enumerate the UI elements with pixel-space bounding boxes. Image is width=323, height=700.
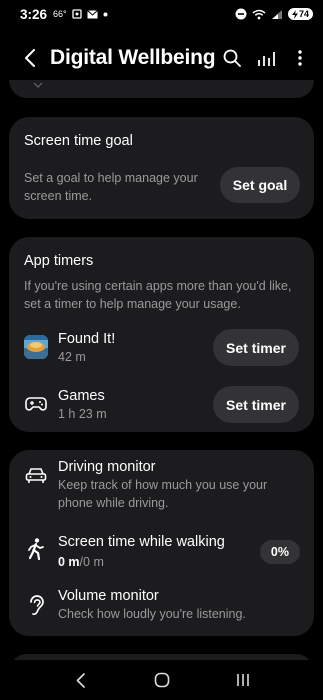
driving-monitor-subtitle: Keep track of how much you use your phon… [58, 478, 268, 510]
screen-time-goal-card: Screen time goal Set a goal to help mana… [9, 117, 314, 219]
set-timer-button[interactable]: Set timer [213, 329, 299, 366]
app-usage-time: 1 h 23 m [58, 406, 107, 421]
stats-button[interactable] [255, 47, 277, 69]
nav-home-icon [154, 672, 169, 688]
status-bar: 3:26 66° 74 [0, 0, 323, 28]
walking-monitor-title: Screen time while walking [58, 534, 225, 550]
app-timers-title: App timers [24, 253, 94, 269]
weather-temp: 66° [53, 9, 67, 19]
app-usage-time: 42 m [58, 349, 86, 364]
chevron-left-icon [25, 49, 35, 67]
app-name: Found It! [58, 330, 116, 347]
volume-monitor-subtitle: Check how loudly you're listening. [58, 607, 246, 621]
volume-monitor-row[interactable]: Volume monitor Check how loudly you're l… [24, 588, 304, 623]
system-nav-bar [0, 660, 323, 700]
dnd-icon [235, 8, 247, 20]
app-timers-subtitle: If you're using certain apps more than y… [24, 279, 292, 311]
monitors-card: Driving monitor Keep track of how much y… [9, 450, 314, 636]
walking-time-total: /0 m [79, 555, 104, 569]
more-vertical-icon [298, 50, 302, 66]
set-goal-button[interactable]: Set goal [220, 167, 300, 203]
ear-icon [24, 588, 48, 623]
screenshot-icon [72, 9, 82, 19]
battery-indicator: 74 [287, 8, 313, 20]
app-timers-card: App timers If you're using certain apps … [9, 237, 314, 432]
chevron-icon [33, 82, 43, 88]
walking-time-value: 0 m [58, 555, 80, 569]
driving-monitor-row[interactable]: Driving monitor Keep track of how much y… [24, 459, 304, 512]
back-button[interactable] [14, 42, 46, 74]
search-icon [223, 49, 241, 67]
volume-monitor-title: Volume monitor [58, 588, 159, 604]
walking-percent-badge: 0% [259, 540, 300, 564]
nav-home-button[interactable] [147, 665, 177, 695]
nav-back-button[interactable] [66, 665, 96, 695]
wifi-icon [252, 9, 266, 19]
search-button[interactable] [221, 47, 243, 69]
driving-monitor-title: Driving monitor [58, 459, 156, 475]
gamepad-icon [24, 392, 48, 416]
nav-back-icon [76, 672, 85, 688]
status-time: 3:26 [20, 6, 48, 22]
bar-chart-icon [258, 52, 275, 66]
app-name: Games [58, 387, 105, 404]
nav-recents-button[interactable] [228, 665, 258, 695]
dot-icon [103, 12, 108, 16]
set-timer-button[interactable]: Set timer [213, 386, 299, 423]
app-header: Digital Wellbeing [0, 38, 323, 78]
more-options-button[interactable] [289, 47, 311, 69]
page-title: Digital Wellbeing [50, 46, 216, 69]
screen-time-goal-title: Screen time goal [24, 133, 133, 149]
mail-icon [86, 9, 98, 18]
charging-icon [291, 9, 298, 19]
found-it-app-icon [24, 335, 48, 359]
nav-recents-icon [236, 674, 249, 686]
scrolled-card-bottom [9, 80, 314, 98]
car-icon [24, 459, 48, 512]
screen-time-goal-subtitle: Set a goal to help manage your screen ti… [24, 171, 198, 203]
signal-icon [271, 9, 282, 19]
walking-icon [24, 534, 48, 571]
